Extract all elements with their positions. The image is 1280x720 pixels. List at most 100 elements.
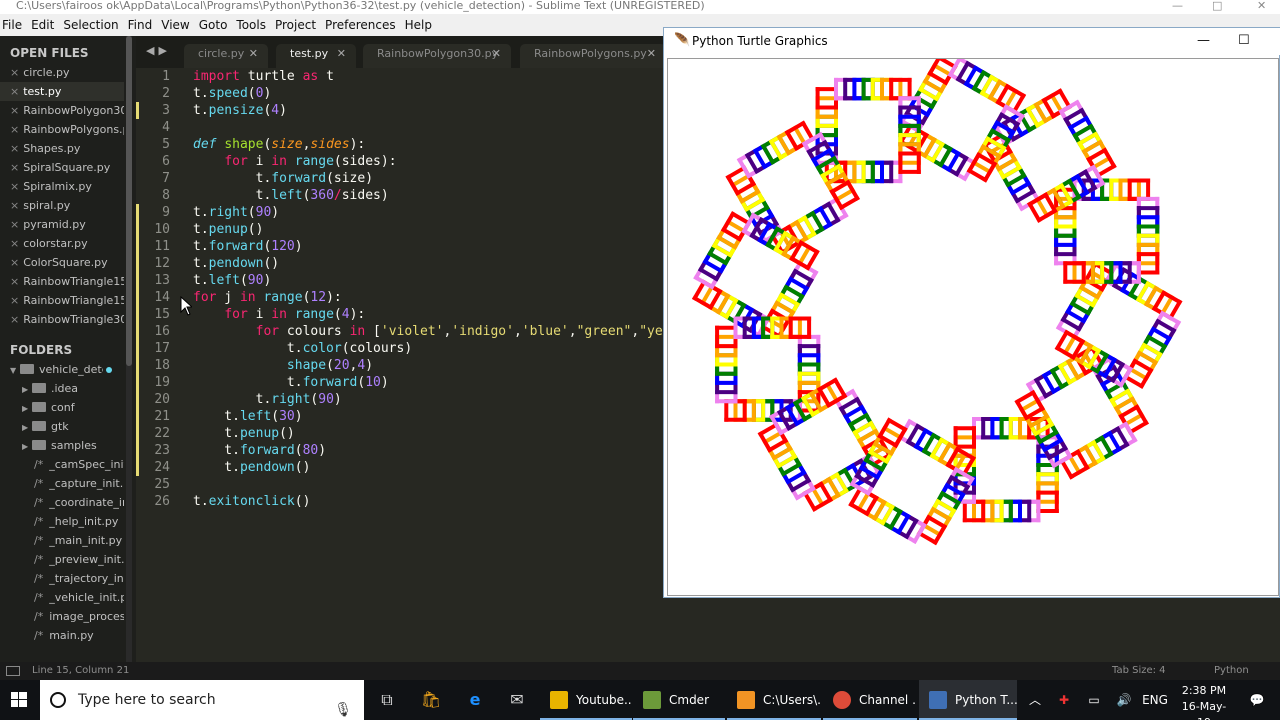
close-icon[interactable]: × [10,218,19,231]
tab-nav-arrows-icon[interactable]: ◀▶ [146,44,171,57]
code-line[interactable]: 16 for colours in ['violet','indigo','bl… [136,323,666,340]
tab-test[interactable]: test.py ✕ [276,44,356,68]
close-icon[interactable]: × [10,199,19,212]
close-icon[interactable]: ✕ [337,44,346,64]
tab-rainbowpolygon30[interactable]: RainbowPolygon30.py ✕ [363,44,511,68]
code-line[interactable]: 15 for i in range(4): [136,306,666,323]
taskbar-app-python-turtle[interactable]: Python T... [919,680,1017,720]
folder-file-item[interactable]: /* _coordinate_init.py [0,493,124,512]
close-icon[interactable]: × [10,275,19,288]
taskbar-app-chrome[interactable]: Channel ... [823,680,917,720]
battery-icon[interactable]: ▭ [1082,680,1106,720]
maximize-button[interactable]: □ [1212,0,1222,12]
close-icon[interactable]: × [10,104,19,117]
open-file-item[interactable]: × RainbowPolygons.py [0,120,124,139]
close-icon[interactable]: ✕ [249,44,258,64]
close-icon[interactable]: × [10,256,19,269]
mail-icon[interactable]: ✉ [496,680,538,720]
menu-view[interactable]: View [159,18,196,32]
code-line[interactable]: 1 import turtle as t [136,68,666,85]
code-line[interactable]: 23 t.forward(80) [136,442,666,459]
close-icon[interactable]: × [10,123,19,136]
menu-project[interactable]: Project [273,18,323,32]
tray-chevron-up-icon[interactable]: ︿ [1024,680,1046,720]
open-file-item[interactable]: × Spiralmix.py [0,177,124,196]
folder-file-item[interactable]: /* image_processing [0,607,124,626]
syntax-mode[interactable]: Python [1214,662,1249,680]
code-line[interactable]: 20 t.right(90) [136,391,666,408]
tab-size[interactable]: Tab Size: 4 [1112,662,1166,680]
menu-tools[interactable]: Tools [234,18,273,32]
code-line[interactable]: 24 t.pendown() [136,459,666,476]
microphone-icon[interactable]: 🎙 [334,690,352,720]
open-file-item[interactable]: × circle.py [0,63,124,82]
turtle-maximize-button[interactable]: ☐ [1238,28,1250,54]
open-file-item[interactable]: × pyramid.py [0,215,124,234]
close-icon[interactable]: × [10,66,19,79]
folder-file-item[interactable]: /* _vehicle_init.py [0,588,124,607]
task-view-icon[interactable]: ⧉ [366,680,408,720]
taskbar-app-sublime[interactable]: C:\Users\... [727,680,821,720]
code-line[interactable]: 3 t.pensize(4) [136,102,666,119]
close-icon[interactable]: × [10,142,19,155]
menu-preferences[interactable]: Preferences [323,18,403,32]
menu-selection[interactable]: Selection [61,18,125,32]
subfolder-item[interactable]: ▶ conf [0,398,124,417]
notifications-icon[interactable]: 💬 [1243,680,1271,720]
menu-help[interactable]: Help [403,18,439,32]
subfolder-item[interactable]: ▶ gtk [0,417,124,436]
folder-file-item[interactable]: /* _help_init.py [0,512,124,531]
close-icon[interactable]: × [10,294,19,307]
code-line[interactable]: 10 t.penup() [136,221,666,238]
close-icon[interactable]: × [10,161,19,174]
code-line[interactable]: 5 def shape(size,sides): [136,136,666,153]
close-icon[interactable]: × [10,313,19,326]
code-line[interactable]: 12 t.pendown() [136,255,666,272]
open-file-item[interactable]: × test.py [0,82,124,101]
open-file-item[interactable]: × Shapes.py [0,139,124,158]
menu-edit[interactable]: Edit [29,18,61,32]
code-line[interactable]: 8 t.left(360/sides) [136,187,666,204]
open-file-item[interactable]: × SpiralSquare.py [0,158,124,177]
subfolder-item[interactable]: ▶ samples [0,436,124,455]
start-button[interactable] [0,680,40,720]
store-icon[interactable]: 🛍 [410,680,452,720]
language-indicator[interactable]: ENG [1140,680,1170,720]
close-icon[interactable]: ✕ [647,44,656,64]
volume-icon[interactable]: 🔊 [1112,680,1136,720]
close-icon[interactable]: × [10,180,19,193]
open-file-item[interactable]: × RainbowPolygon30.py [0,101,124,120]
open-file-item[interactable]: × spiral.py [0,196,124,215]
tab-rainbowpolygons[interactable]: RainbowPolygons.py ✕ [520,44,666,68]
folder-file-item[interactable]: /* main.py [0,626,124,645]
close-button[interactable]: ✕ [1257,0,1266,12]
edge-icon[interactable]: e [454,680,496,720]
subfolder-item[interactable]: ▶ .idea [0,379,124,398]
menu-file[interactable]: File [0,18,29,32]
tab-circle[interactable]: circle.py ✕ [184,44,268,68]
open-file-item[interactable]: × colorstar.py [0,234,124,253]
code-line[interactable]: 11 t.forward(120) [136,238,666,255]
code-line[interactable]: 22 t.penup() [136,425,666,442]
code-line[interactable]: 2 t.speed(0) [136,85,666,102]
menu-goto[interactable]: Goto [197,18,235,32]
code-line[interactable]: 4 [136,119,666,136]
code-line[interactable]: 21 t.left(30) [136,408,666,425]
code-line[interactable]: 25 [136,476,666,493]
sidebar-scrollbar[interactable] [126,36,132,366]
folder-file-item[interactable]: /* _capture_init.py [0,474,124,493]
minimize-button[interactable]: — [1172,0,1183,12]
open-file-item[interactable]: × RainbowTriangle15V [0,272,124,291]
taskbar-app-cmder[interactable]: Cmder [633,680,725,720]
code-line[interactable]: 26 t.exitonclick() [136,493,666,510]
code-line[interactable]: 19 t.forward(10) [136,374,666,391]
open-file-item[interactable]: × ColorSquare.py [0,253,124,272]
panel-toggle-icon[interactable] [6,666,20,676]
taskbar-app-youtube[interactable]: Youtube... [540,680,632,720]
code-line[interactable]: 17 t.color(colours) [136,340,666,357]
menu-find[interactable]: Find [126,18,160,32]
close-icon[interactable]: × [10,85,19,98]
folder-file-item[interactable]: /* _trajectory_init.py [0,569,124,588]
code-line[interactable]: 7 t.forward(size) [136,170,666,187]
turtle-canvas[interactable] [667,58,1279,596]
